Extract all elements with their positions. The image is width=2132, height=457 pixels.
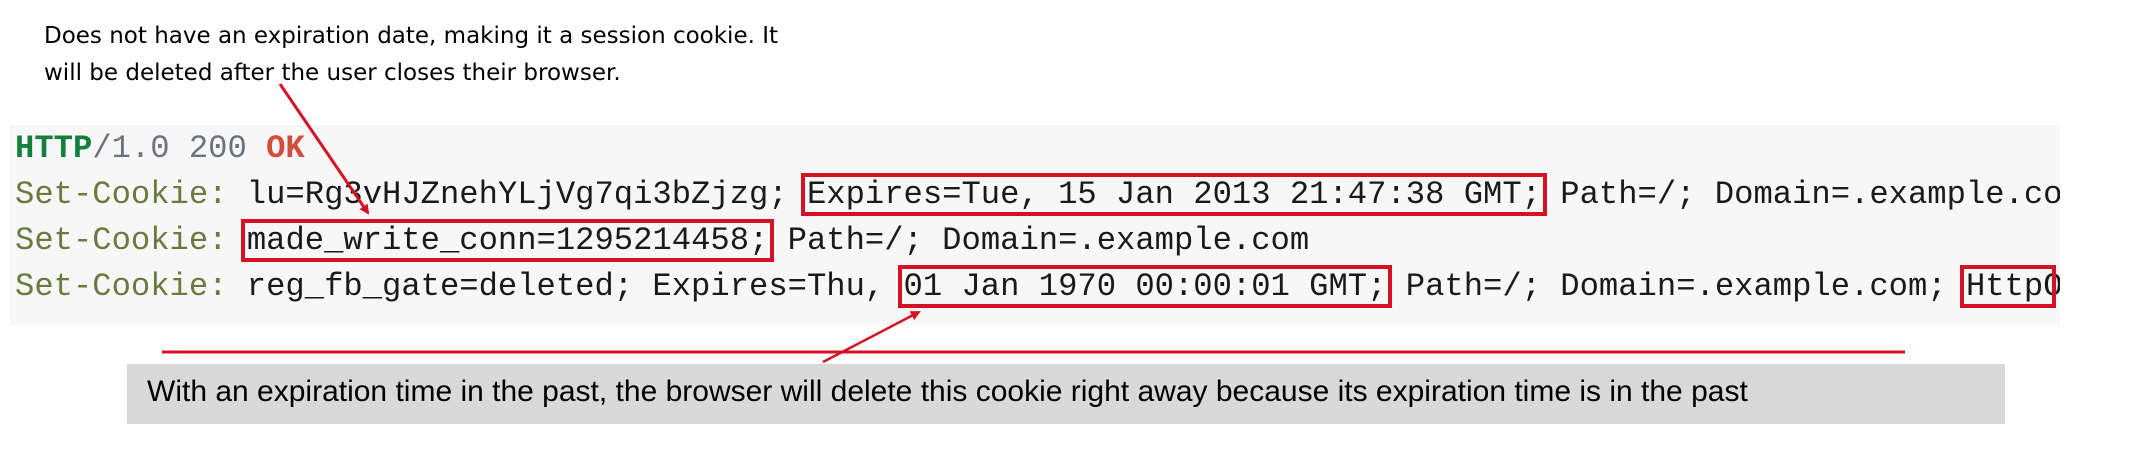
past-expiry-banner: With an expiration time in the past, the… — [127, 364, 2005, 424]
session-cookie-note-line-1: Does not have an expiration date, making… — [44, 23, 779, 49]
session-cookie-note-line-2: will be deleted after the user closes th… — [44, 60, 621, 86]
header-name: Set-Cookie: — [15, 176, 228, 213]
expires-attribute: Expires=Tue, 15 Jan 2013 21:47:38 GMT; — [806, 176, 1541, 213]
set-cookie-line-made-write-conn: Set-Cookie: made_write_conn=1295214458; … — [15, 221, 1309, 261]
httponly-flag: HttpOnly — [1965, 268, 2060, 305]
session-cookie-note: Does not have an expiration date, making… — [44, 18, 824, 92]
cookie-attributes: Path=/; Domain=.example.com — [768, 222, 1310, 259]
version-code: /1.0 200 — [92, 130, 267, 167]
cookie-attributes: Path=/; Domain=.example.com; — [1386, 268, 1966, 305]
http-response-panel: HTTP/1.0 200 OK Set-Cookie: lu=Rg3vHJZne… — [10, 125, 2060, 325]
header-name: Set-Cookie: — [15, 222, 228, 259]
cookie-attributes: Path=/; Domain=.example.com; HttpOnly — [1560, 176, 2060, 213]
set-cookie-line-lu: Set-Cookie: lu=Rg3vHJZnehYLjVg7qi3bZjzg;… — [15, 175, 2060, 215]
status-line: HTTP/1.0 200 OK — [15, 129, 305, 169]
protocol-label: HTTP — [15, 130, 93, 167]
session-cookie-value: made_write_conn=1295214458; — [246, 222, 769, 259]
header-name: Set-Cookie: — [15, 268, 228, 305]
cookie-spacer — [227, 222, 246, 259]
past-expiry-note: With an expiration time in the past, the… — [147, 375, 1748, 408]
cookie-value: reg_fb_gate=deleted; Expires=Thu, — [227, 268, 904, 305]
past-expiry-date: 01 Jan 1970 00:00:01 GMT; — [903, 268, 1387, 305]
status-reason: OK — [266, 130, 305, 167]
cookie-value: lu=Rg3vHJZnehYLjVg7qi3bZjzg; — [227, 176, 807, 213]
set-cookie-line-reg-fb-gate: Set-Cookie: reg_fb_gate=deleted; Expires… — [15, 267, 2060, 307]
